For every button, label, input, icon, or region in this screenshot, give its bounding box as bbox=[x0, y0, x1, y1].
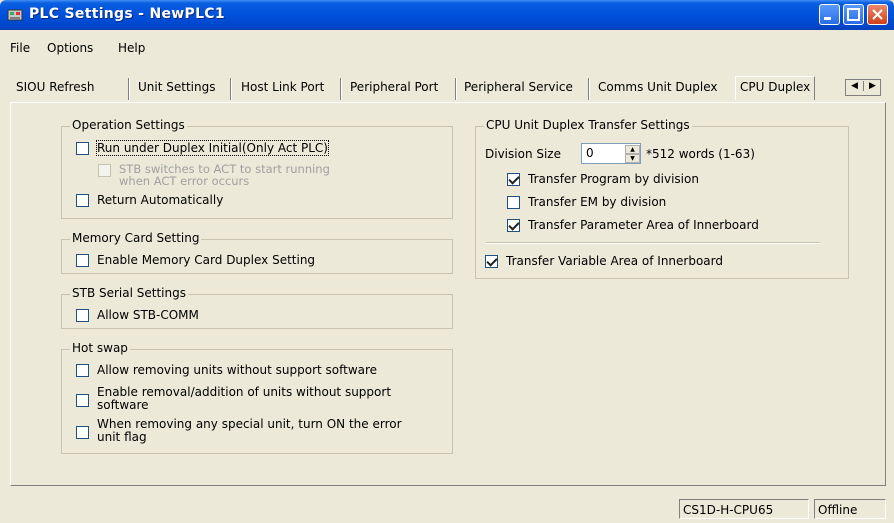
operation-settings-group: Operation Settings Run under Duplex Init… bbox=[61, 118, 453, 219]
stb-switches-label-line2: when ACT error occurs bbox=[119, 174, 250, 188]
enable-removal-checkbox[interactable] bbox=[76, 394, 89, 407]
operation-settings-title: Operation Settings bbox=[70, 118, 187, 132]
tab-comms-unit-duplex[interactable]: Comms Unit Duplex bbox=[598, 80, 717, 100]
tab-peripheral-service[interactable]: Peripheral Service bbox=[464, 80, 573, 100]
error-flag-label-line2: unit flag bbox=[97, 430, 147, 444]
tab-peripheral-port[interactable]: Peripheral Port bbox=[350, 80, 438, 100]
menu-options[interactable]: Options bbox=[47, 41, 93, 55]
return-automatically-label: Return Automatically bbox=[97, 193, 224, 207]
stb-switches-row: STB switches to ACT to start running whe… bbox=[98, 163, 330, 187]
error-flag-checkbox[interactable] bbox=[76, 426, 89, 439]
memory-card-duplex-checkbox[interactable] bbox=[76, 254, 89, 267]
plc-settings-window: PLC Settings - NewPLC1 File Options Help… bbox=[0, 0, 894, 523]
tab-cpu-duplex[interactable]: CPU Duplex bbox=[735, 76, 816, 100]
transfer-em-row[interactable]: Transfer EM by division bbox=[507, 195, 666, 209]
menu-help[interactable]: Help bbox=[118, 41, 145, 55]
transfer-parameter-checkbox[interactable] bbox=[507, 219, 520, 232]
status-cpu-model: CS1D-H-CPU65 bbox=[679, 499, 809, 519]
allow-removing-row[interactable]: Allow removing units without support sof… bbox=[76, 363, 377, 377]
enable-removal-row[interactable]: Enable removal/addition of units without… bbox=[76, 386, 391, 412]
transfer-program-checkbox[interactable] bbox=[507, 173, 520, 186]
stb-serial-title: STB Serial Settings bbox=[70, 286, 188, 300]
error-flag-label-line1: When removing any special unit, turn ON … bbox=[97, 417, 402, 431]
division-size-unit: *512 words (1-63) bbox=[646, 147, 755, 161]
enable-removal-label-line1: Enable removal/addition of units without… bbox=[97, 385, 392, 399]
stb-switches-checkbox bbox=[98, 164, 111, 177]
tab-unit-settings[interactable]: Unit Settings bbox=[138, 80, 215, 100]
transfer-variable-label: Transfer Variable Area of Innerboard bbox=[506, 254, 723, 268]
maximize-icon bbox=[847, 8, 860, 21]
tab-scroll-left-icon[interactable]: ◀ bbox=[846, 81, 863, 91]
maximize-button[interactable] bbox=[843, 4, 864, 25]
tab-scroll-buttons: ◀ ▶ bbox=[845, 79, 881, 96]
cpu-duplex-panel: Operation Settings Run under Duplex Init… bbox=[10, 102, 886, 486]
allow-stb-comm-label: Allow STB-COMM bbox=[97, 308, 199, 322]
transfer-variable-row[interactable]: Transfer Variable Area of Innerboard bbox=[485, 254, 723, 268]
close-button[interactable] bbox=[867, 4, 888, 25]
hot-swap-group: Hot swap Allow removing units without su… bbox=[61, 341, 453, 454]
transfer-em-checkbox[interactable] bbox=[507, 196, 520, 209]
minimize-button[interactable] bbox=[819, 4, 840, 25]
run-under-duplex-label: Run under Duplex Initial(Only Act PLC) bbox=[96, 140, 329, 156]
enable-removal-label-line2: software bbox=[97, 398, 149, 412]
status-bar: CS1D-H-CPU65 Offline bbox=[0, 496, 894, 523]
transfer-program-label: Transfer Program by division bbox=[528, 172, 699, 186]
memory-card-title: Memory Card Setting bbox=[70, 231, 202, 245]
error-flag-row[interactable]: When removing any special unit, turn ON … bbox=[76, 418, 402, 444]
transfer-em-label: Transfer EM by division bbox=[528, 195, 667, 209]
transfer-variable-checkbox[interactable] bbox=[485, 255, 498, 268]
spin-up-icon[interactable]: ▲ bbox=[625, 145, 640, 154]
memory-card-duplex-label: Enable Memory Card Duplex Setting bbox=[97, 253, 316, 267]
hot-swap-title: Hot swap bbox=[70, 341, 130, 355]
allow-removing-label: Allow removing units without support sof… bbox=[97, 363, 378, 377]
close-icon bbox=[872, 9, 883, 20]
transfer-parameter-label: Transfer Parameter Area of Innerboard bbox=[528, 218, 759, 232]
division-size-spinner[interactable]: 0 ▲ ▼ bbox=[581, 143, 641, 164]
plc-app-icon bbox=[7, 9, 23, 21]
allow-stb-comm-row[interactable]: Allow STB-COMM bbox=[76, 308, 199, 322]
transfer-divider bbox=[486, 242, 820, 244]
division-size-label: Division Size bbox=[485, 147, 561, 161]
run-under-duplex-checkbox[interactable] bbox=[76, 142, 89, 155]
status-connection: Offline bbox=[814, 499, 886, 519]
tab-siou-refresh[interactable]: SIOU Refresh bbox=[16, 80, 95, 100]
minimize-icon bbox=[824, 17, 831, 20]
tab-scroll-right-icon[interactable]: ▶ bbox=[863, 81, 881, 91]
memory-card-duplex-row[interactable]: Enable Memory Card Duplex Setting bbox=[76, 253, 315, 267]
allow-removing-checkbox[interactable] bbox=[76, 364, 89, 377]
cpu-transfer-title: CPU Unit Duplex Transfer Settings bbox=[484, 118, 692, 132]
stb-serial-group: STB Serial Settings Allow STB-COMM bbox=[61, 286, 453, 329]
title-bar[interactable]: PLC Settings - NewPLC1 bbox=[0, 0, 894, 30]
transfer-program-row[interactable]: Transfer Program by division bbox=[507, 172, 699, 186]
menu-file[interactable]: File bbox=[10, 41, 30, 55]
window-title: PLC Settings - NewPLC1 bbox=[29, 6, 225, 22]
allow-stb-comm-checkbox[interactable] bbox=[76, 309, 89, 322]
division-size-input[interactable]: 0 bbox=[586, 146, 594, 160]
transfer-parameter-row[interactable]: Transfer Parameter Area of Innerboard bbox=[507, 218, 759, 232]
return-automatically-row[interactable]: Return Automatically bbox=[76, 193, 223, 207]
spin-down-icon[interactable]: ▼ bbox=[625, 154, 640, 163]
tab-strip: SIOU Refresh Unit Settings Host Link Por… bbox=[0, 74, 894, 102]
cpu-transfer-group: CPU Unit Duplex Transfer Settings Divisi… bbox=[475, 118, 849, 279]
run-under-duplex-row[interactable]: Run under Duplex Initial(Only Act PLC) bbox=[76, 140, 329, 156]
memory-card-group: Memory Card Setting Enable Memory Card D… bbox=[61, 231, 453, 274]
return-automatically-checkbox[interactable] bbox=[76, 194, 89, 207]
tab-host-link-port[interactable]: Host Link Port bbox=[241, 80, 324, 100]
